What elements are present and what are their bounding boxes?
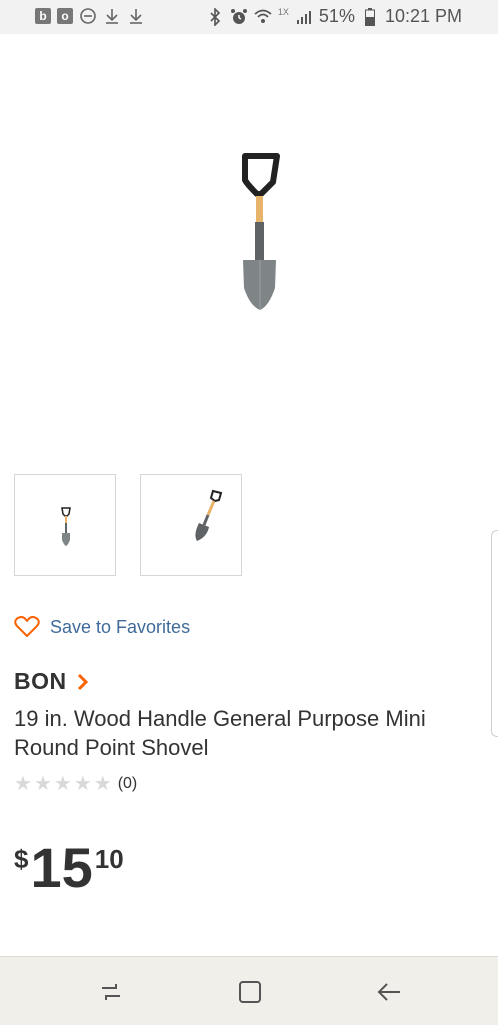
shovel-angled-thumb-image bbox=[195, 489, 223, 541]
rating-count: (0) bbox=[117, 775, 138, 792]
thumbnail-2[interactable] bbox=[140, 474, 242, 576]
price-cents: 10 bbox=[94, 844, 124, 874]
star-icon: ★ bbox=[14, 773, 32, 795]
signal-type-label: 1X bbox=[277, 6, 289, 17]
recent-apps-button[interactable] bbox=[96, 977, 126, 1007]
edge-panel-handle[interactable] bbox=[491, 530, 498, 737]
do-not-disturb-icon bbox=[79, 7, 97, 25]
back-button[interactable] bbox=[374, 977, 404, 1007]
price: $ 15 10 bbox=[14, 838, 124, 898]
navigation-bar bbox=[0, 956, 498, 1025]
status-bar: b o 1X 51% 10:21 PM bbox=[0, 0, 498, 34]
shovel-image bbox=[242, 153, 280, 310]
wifi-icon bbox=[254, 8, 272, 26]
heart-icon bbox=[14, 616, 40, 637]
cell-signal-icon bbox=[295, 8, 313, 26]
star-icon: ★ bbox=[93, 773, 112, 795]
product-image-main[interactable] bbox=[0, 34, 498, 454]
star-icon: ★ bbox=[73, 773, 92, 795]
star-icon: ★ bbox=[53, 773, 72, 795]
brand-link[interactable]: BON bbox=[14, 668, 89, 695]
star-icon: ★ bbox=[33, 773, 52, 795]
battery-percent: 51% bbox=[318, 6, 355, 26]
back-arrow-icon bbox=[377, 983, 400, 1001]
home-button[interactable] bbox=[235, 977, 265, 1007]
download-icon bbox=[103, 7, 121, 25]
save-to-favorites[interactable]: Save to Favorites bbox=[14, 616, 190, 638]
outlook-icon: o bbox=[57, 8, 73, 24]
status-time: 10:21 PM bbox=[384, 6, 462, 26]
home-icon bbox=[239, 981, 261, 1003]
product-title: 19 in. Wood Handle General Purpose Mini … bbox=[14, 706, 426, 760]
rating[interactable]: ★ ★ ★ ★ ★ (0) bbox=[14, 774, 137, 794]
chevron-right-icon bbox=[77, 673, 88, 690]
alarm-icon bbox=[230, 8, 248, 26]
shovel-thumb-image bbox=[61, 507, 71, 546]
save-to-favorites-label: Save to Favorites bbox=[50, 616, 191, 637]
recent-apps-icon bbox=[102, 984, 120, 1000]
battery-icon bbox=[361, 7, 379, 26]
bluetooth-icon bbox=[206, 7, 224, 26]
b-app-icon: b bbox=[35, 8, 51, 24]
price-currency: $ bbox=[14, 844, 29, 874]
price-dollars: 15 bbox=[30, 836, 93, 899]
thumbnail-1[interactable] bbox=[14, 474, 116, 576]
brand-name: BON bbox=[14, 668, 67, 694]
download-icon bbox=[127, 7, 145, 25]
